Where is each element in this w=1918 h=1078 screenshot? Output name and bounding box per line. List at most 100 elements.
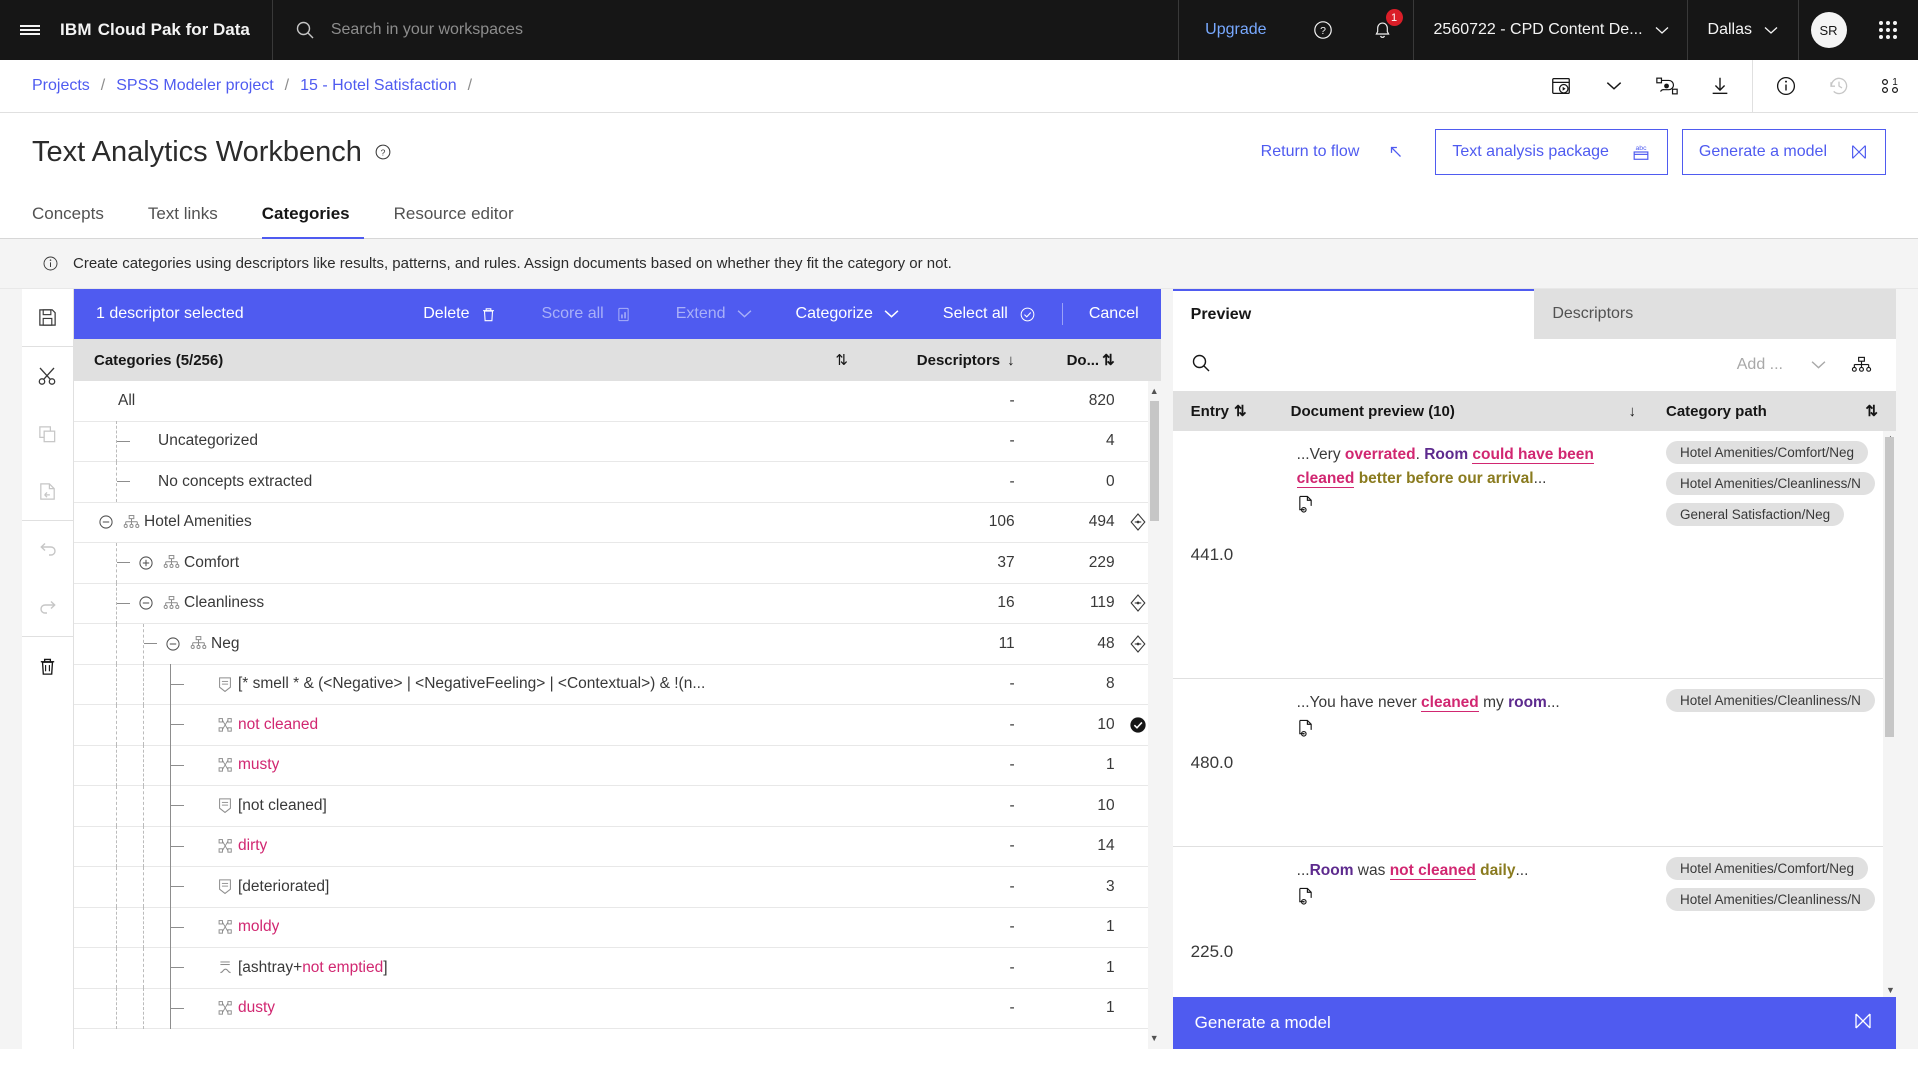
notifications-button[interactable]: 1 <box>1353 0 1413 60</box>
table-row[interactable]: No concepts extracted - 0 <box>74 461 1161 503</box>
expand-icon[interactable] <box>134 555 158 571</box>
user-avatar-button[interactable]: SR <box>1798 0 1858 60</box>
table-row[interactable]: Cleanliness 16 119 <box>74 583 1161 624</box>
tab-preview[interactable]: Preview <box>1172 289 1535 339</box>
collapse-icon[interactable] <box>134 595 158 611</box>
category-path-chip[interactable]: Hotel Amenities/Comfort/Neg <box>1666 441 1869 464</box>
select-all-action[interactable]: Select all <box>921 289 1058 339</box>
table-row[interactable]: [not cleaned] - 10 <box>74 785 1161 827</box>
collaborators-button[interactable]: 1 <box>1865 60 1918 113</box>
tab-text-links[interactable]: Text links <box>148 191 232 239</box>
scroll-thumb[interactable] <box>1885 437 1894 737</box>
breadcrumb-item-modeler[interactable]: SPSS Modeler project <box>116 77 273 95</box>
delete-action[interactable]: Delete <box>401 289 519 339</box>
col-document-preview[interactable]: Document preview (10) ↓ <box>1291 403 1666 420</box>
col-descriptors[interactable]: Descriptors ↓ <box>865 352 1015 369</box>
global-search[interactable] <box>271 0 1016 60</box>
region-selector[interactable]: Dallas <box>1686 0 1798 60</box>
table-row[interactable]: dusty - 1 <box>74 988 1161 1029</box>
table-row[interactable]: [ashtray+not emptied] - 1 <box>74 947 1161 989</box>
save-button[interactable] <box>21 289 74 347</box>
collapse-icon[interactable] <box>161 636 185 652</box>
tab-concepts[interactable]: Concepts <box>32 191 118 239</box>
table-row[interactable]: All - 820 <box>74 381 1161 422</box>
table-row[interactable]: dirty - 14 <box>74 826 1161 867</box>
history-button[interactable] <box>1812 60 1865 113</box>
upgrade-link[interactable]: Upgrade <box>1178 0 1292 60</box>
svg-text:abc: abc <box>1635 145 1647 152</box>
account-selector[interactable]: 2560722 - CPD Content De... <box>1412 0 1687 60</box>
scroll-thumb[interactable] <box>1149 401 1159 521</box>
preview-search[interactable] <box>1191 353 1727 378</box>
help-icon[interactable]: ? <box>374 143 392 161</box>
category-path-chip[interactable]: Hotel Amenities/Cleanliness/N <box>1666 888 1875 911</box>
cancel-action[interactable]: Cancel <box>1067 289 1161 339</box>
preview-row[interactable]: 225.0 ...Room was not cleaned daily... Hot… <box>1173 847 1896 997</box>
open-document-icon[interactable] <box>1297 495 1640 522</box>
preview-scrollbar[interactable]: ▲ ▼ <box>1883 431 1896 997</box>
table-row[interactable]: musty - 1 <box>74 745 1161 786</box>
info-button[interactable] <box>1759 60 1812 113</box>
search-input[interactable] <box>330 21 1016 39</box>
delete-button[interactable] <box>22 637 74 695</box>
undo-button[interactable] <box>22 521 74 579</box>
table-row[interactable]: Uncategorized - 4 <box>74 421 1161 462</box>
category-hierarchy-button[interactable] <box>1844 355 1878 376</box>
categories-scrollbar[interactable]: ▲ ▼ <box>1147 381 1161 1049</box>
table-row[interactable]: Neg 11 48 <box>74 623 1161 665</box>
scroll-down-arrow[interactable]: ▼ <box>1886 985 1895 995</box>
text-analysis-package-button[interactable]: Text analysis package abc <box>1435 129 1668 175</box>
category-label: Uncategorized <box>158 432 258 450</box>
category-path-chip[interactable]: Hotel Amenities/Cleanliness/N <box>1666 472 1875 495</box>
help-button[interactable]: ? <box>1293 0 1353 60</box>
category-path-chip[interactable]: Hotel Amenities/Comfort/Neg <box>1666 857 1869 880</box>
open-document-icon[interactable] <box>1297 719 1640 746</box>
categorize-action[interactable]: Categorize <box>774 289 921 339</box>
col-category-path[interactable]: Category path ⇅ <box>1666 402 1896 421</box>
table-row[interactable]: Comfort 37 229 <box>74 542 1161 584</box>
table-row[interactable]: [* smell * & (<Negative> | <NegativeFeel… <box>74 664 1161 705</box>
redo-button[interactable] <box>21 579 74 637</box>
tab-categories[interactable]: Categories <box>261 191 364 239</box>
workbench-tabs: Concepts Text links Categories Resource … <box>0 191 1918 239</box>
col-documents[interactable]: Do... ⇅ <box>1015 351 1115 370</box>
scroll-down-arrow[interactable]: ▼ <box>1150 1031 1159 1046</box>
app-switcher-button[interactable] <box>1858 0 1918 60</box>
table-row[interactable]: [deteriorated] - 3 <box>74 866 1161 908</box>
table-row[interactable]: moldy - 1 <box>74 907 1161 948</box>
tree-connector <box>171 967 184 969</box>
preview-text-segment: . <box>1415 446 1425 463</box>
category-path-chip[interactable]: Hotel Amenities/Cleanliness/N <box>1666 689 1875 712</box>
run-options-chevron[interactable] <box>1587 60 1640 113</box>
col-entry[interactable]: Entry ⇅ <box>1191 402 1291 421</box>
preview-row[interactable]: 441.0 ...Very overrated. Room could have … <box>1172 431 1896 679</box>
open-document-icon[interactable] <box>1297 887 1640 914</box>
hamburger-menu-icon[interactable] <box>0 0 60 60</box>
paste-button[interactable] <box>21 463 74 521</box>
col-categories-sort[interactable]: ⇅ <box>819 351 865 369</box>
preview-row[interactable]: 480.0 ...You have never cleaned my room..… <box>1172 679 1896 847</box>
copy-button[interactable] <box>22 405 74 463</box>
table-row[interactable]: Hotel Amenities 106 494 <box>74 503 1161 543</box>
table-row[interactable]: not cleaned - 10 <box>74 704 1161 746</box>
category-path-chip[interactable]: General Satisfaction/Neg <box>1666 503 1845 526</box>
flow-nodes-button[interactable] <box>1640 60 1693 113</box>
product-brand[interactable]: IBM Cloud Pak for Data <box>60 0 272 60</box>
run-flow-button[interactable] <box>1534 60 1587 113</box>
preview-text-segment: room <box>1508 694 1547 711</box>
cut-button[interactable] <box>22 347 74 405</box>
collapse-icon[interactable] <box>94 514 118 530</box>
download-button[interactable] <box>1693 60 1746 113</box>
add-dropdown[interactable]: Add ... <box>1737 356 1834 374</box>
breadcrumb-item-projects[interactable]: Projects <box>32 77 90 95</box>
abc-package-icon: abc <box>1633 145 1649 160</box>
breadcrumb-item-hotel[interactable]: 15 - Hotel Satisfaction <box>300 77 457 95</box>
history-clock-icon <box>1829 77 1847 95</box>
generate-model-bar-button[interactable]: Generate a model <box>1172 997 1896 1049</box>
generate-a-model-button[interactable]: Generate a model <box>1681 129 1886 175</box>
scroll-up-arrow[interactable]: ▲ <box>1150 384 1159 399</box>
tab-descriptors[interactable]: Descriptors <box>1534 289 1896 339</box>
tab-resource-editor[interactable]: Resource editor <box>394 191 528 239</box>
return-to-flow-button[interactable]: Return to flow <box>1245 143 1422 161</box>
preview-text-segment: better before our arrival <box>1358 470 1534 488</box>
